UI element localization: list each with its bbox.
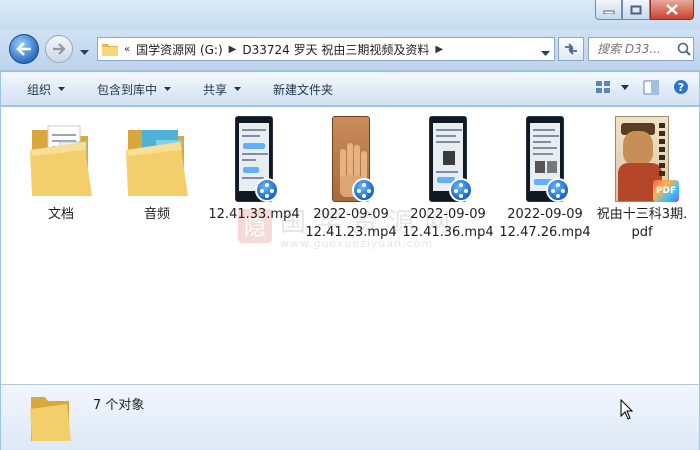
- svg-text:?: ?: [678, 81, 684, 94]
- view-grid-icon: [596, 81, 610, 93]
- file-name-line1: 2022-09-09: [507, 207, 583, 222]
- back-button[interactable]: [9, 34, 39, 64]
- file-name: 2022-09-09 12.47.26.mp4: [497, 206, 593, 242]
- search-input[interactable]: [597, 42, 675, 56]
- file-name-line2: 12.41.23.mp4: [305, 225, 397, 240]
- video-player-icon: [255, 178, 279, 202]
- organize-label: 组织: [27, 82, 52, 97]
- chevron-down-icon: [541, 51, 550, 56]
- pdf-icon: PDF: [653, 180, 679, 202]
- refresh-icon: [565, 43, 577, 55]
- view-options-dropdown[interactable]: [621, 84, 629, 90]
- file-name-line1: 2022-09-09: [313, 207, 389, 222]
- file-name: 祝由十三科3期. pdf: [594, 206, 690, 242]
- refresh-button[interactable]: [558, 37, 584, 61]
- file-name-line2: 12.41.36.mp4: [402, 225, 494, 240]
- file-name-line1: 祝由十三科3期.: [596, 207, 688, 222]
- breadcrumb-drive[interactable]: 国学资源网 (G:): [136, 41, 223, 58]
- video-player-icon: [546, 178, 570, 202]
- forward-button[interactable]: [45, 35, 73, 63]
- video-player-icon: [449, 178, 473, 202]
- file-item-folder[interactable]: 文档: [13, 112, 109, 224]
- file-name: 2022-09-09 12.41.23.mp4: [303, 206, 399, 242]
- maximize-icon: [630, 5, 642, 14]
- title-bar: [0, 0, 700, 30]
- chevron-down-icon: [621, 84, 629, 90]
- close-icon: [666, 4, 678, 15]
- navigation-bar: « 国学资源网 (G:) ▶ D33724 罗天 祝由三期视频及资料 ▶: [0, 30, 700, 70]
- file-name-line2: 12.47.26.mp4: [499, 225, 591, 240]
- help-button[interactable]: ?: [673, 79, 689, 95]
- folder-icon: [30, 125, 92, 196]
- organize-menu[interactable]: 组织: [15, 77, 77, 101]
- breadcrumb-current-folder[interactable]: D33724 罗天 祝由三期视频及资料: [242, 41, 429, 58]
- mouse-cursor-icon: [620, 399, 634, 420]
- recent-pages-dropdown[interactable]: [80, 45, 89, 59]
- help-icon: ?: [674, 80, 688, 94]
- include-in-library-menu[interactable]: 包含到库中: [85, 77, 183, 101]
- search-icon[interactable]: [677, 42, 691, 56]
- address-history-dropdown[interactable]: [541, 46, 550, 60]
- chevron-down-icon: [164, 87, 172, 91]
- search-box[interactable]: [588, 37, 694, 61]
- preview-pane-button[interactable]: [643, 80, 659, 95]
- chevron-down-icon: [58, 87, 66, 91]
- file-item-folder[interactable]: 3 音频: [109, 112, 205, 224]
- file-item-video[interactable]: 2022-09-09 12.47.26.mp4: [497, 112, 593, 242]
- details-pane: 7 个对象: [1, 384, 699, 450]
- folder-icon: 3: [126, 130, 188, 196]
- forward-arrow-icon: [53, 43, 66, 55]
- folder-icon: [30, 397, 71, 441]
- command-bar: 组织 包含到库中 共享 新建文件夹 ?: [1, 72, 699, 106]
- file-name: 文档: [47, 207, 74, 222]
- breadcrumb-separator-icon[interactable]: ▶: [429, 44, 449, 55]
- video-player-icon: [352, 178, 376, 202]
- file-item-video[interactable]: 2022-09-09 12.41.36.mp4: [400, 112, 496, 242]
- share-label: 共享: [203, 82, 228, 97]
- change-view-button[interactable]: [595, 80, 611, 94]
- file-list[interactable]: 隐 国学资源网 www.guoxueziyuan.com 文档 音频 12.41…: [1, 107, 699, 384]
- close-button[interactable]: [650, 0, 694, 20]
- new-folder-button[interactable]: 新建文件夹: [261, 77, 345, 101]
- minimize-button[interactable]: [595, 0, 622, 20]
- file-name: 2022-09-09 12.41.36.mp4: [400, 206, 496, 242]
- share-menu[interactable]: 共享: [191, 77, 253, 101]
- file-item-pdf[interactable]: PDF 祝由十三科3期. pdf: [594, 112, 690, 242]
- chevron-down-icon: [234, 87, 242, 91]
- minimize-icon: [603, 10, 614, 14]
- maximize-button[interactable]: [622, 0, 650, 20]
- include-in-library-label: 包含到库中: [97, 82, 158, 97]
- back-arrow-icon: [16, 42, 31, 56]
- file-name: 12.41.33.mp4: [208, 207, 300, 222]
- preview-pane-icon: [643, 80, 659, 94]
- file-item-video[interactable]: 12.41.33.mp4: [206, 112, 302, 224]
- file-name-line2: pdf: [631, 225, 653, 240]
- file-item-video[interactable]: 2022-09-09 12.41.23.mp4: [303, 112, 399, 242]
- chevron-down-icon: [80, 50, 89, 55]
- file-name-line1: 2022-09-09: [410, 207, 486, 222]
- file-name: 音频: [143, 207, 170, 222]
- new-folder-label: 新建文件夹: [273, 82, 334, 97]
- view-controls: ?: [585, 79, 689, 95]
- folder-icon: [102, 44, 118, 56]
- item-count: 7 个对象: [93, 398, 145, 413]
- breadcrumb-overflow[interactable]: «: [118, 44, 136, 55]
- window-controls: [595, 0, 694, 20]
- breadcrumb-separator-icon[interactable]: ▶: [223, 44, 243, 55]
- address-bar[interactable]: « 国学资源网 (G:) ▶ D33724 罗天 祝由三期视频及资料 ▶: [97, 37, 555, 61]
